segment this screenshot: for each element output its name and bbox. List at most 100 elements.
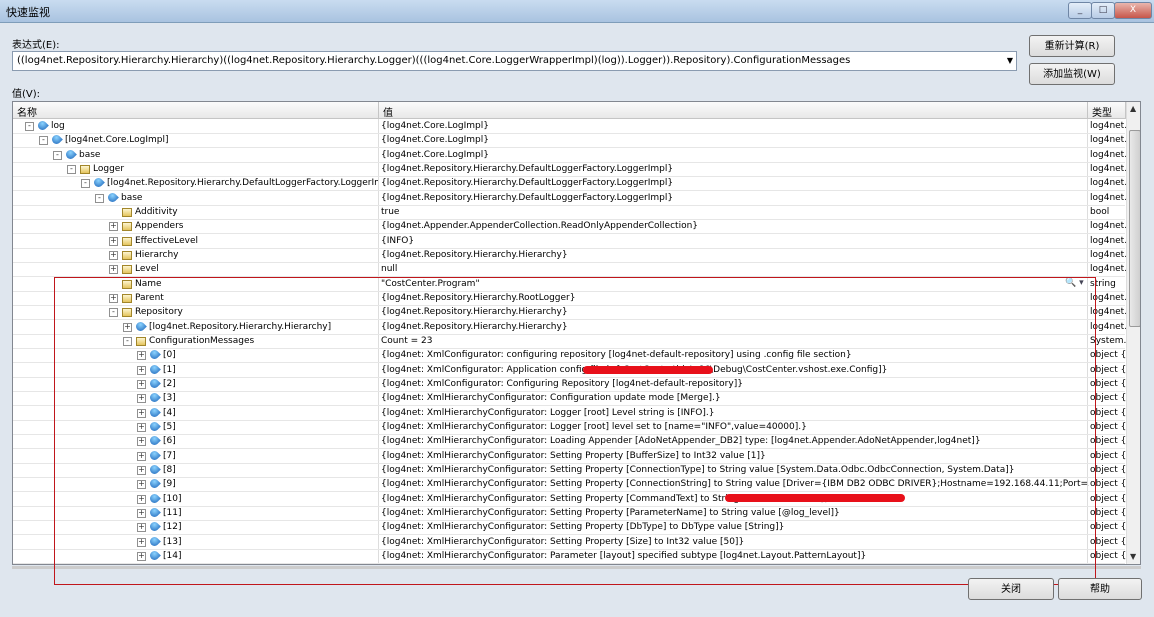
value-cell[interactable]: {log4net.Repository.Hierarchy.Hierarchy} — [379, 321, 1089, 334]
help-button[interactable]: 帮助 — [1058, 578, 1142, 600]
dropdown-arrow-icon[interactable]: ▼ — [1007, 56, 1013, 65]
value-cell[interactable]: {log4net: XmlConfigurator: Configuring R… — [379, 378, 1089, 391]
tree-row[interactable]: + [8] {log4net: XmlHierarchyConfigurator: … — [13, 463, 1127, 478]
tree-row[interactable]: + Hierarchy {log4net.Repository.Hierarchy.… — [13, 249, 1127, 263]
expand-icon[interactable]: + — [109, 265, 118, 275]
value-cell[interactable]: {log4net: XmlConfigurator: Application c… — [379, 364, 1089, 377]
tree-row[interactable]: - base {log4net.Repository.Hierarchy.Defau… — [13, 191, 1127, 206]
value-cell[interactable]: null — [379, 263, 1089, 276]
tree-row[interactable]: + [2] {log4net: XmlConfigurator: Configuri… — [13, 377, 1127, 392]
expand-icon[interactable]: + — [137, 494, 146, 504]
tree-row[interactable]: - Repository {log4net.Repository.Hierarchy… — [13, 306, 1127, 321]
add-watch-button[interactable]: 添加监视(W) — [1029, 63, 1115, 85]
expand-icon[interactable]: + — [137, 365, 146, 375]
expand-icon[interactable]: + — [137, 422, 146, 432]
value-cell[interactable]: {log4net: XmlHierarchyConfigurator: Load… — [379, 435, 1089, 448]
tree-row[interactable]: + [12] {log4net: XmlHierarchyConfigurator:… — [13, 521, 1127, 536]
tree-row[interactable]: + [10] {log4net: XmlHierarchyConfigurator:… — [13, 492, 1127, 507]
expand-icon[interactable]: + — [109, 293, 118, 303]
collapse-icon[interactable]: - — [53, 150, 62, 160]
expand-icon[interactable]: + — [137, 551, 146, 561]
tree-row[interactable]: + EffectiveLevel {INFO}log4net.C — [13, 235, 1127, 249]
tree-row[interactable]: - [log4net.Core.LogImpl] {log4net.Core.Log… — [13, 134, 1127, 149]
value-cell[interactable]: {log4net.Core.LogImpl} — [379, 149, 1089, 162]
close-button[interactable]: 关闭 — [968, 578, 1054, 600]
value-cell[interactable]: {log4net.Repository.Hierarchy.DefaultLog… — [379, 192, 1089, 205]
expand-icon[interactable]: + — [109, 250, 118, 260]
value-cell[interactable]: {log4net: XmlHierarchyConfigurator: Sett… — [379, 521, 1089, 534]
value-cell[interactable]: {log4net.Core.LogImpl} — [379, 134, 1089, 147]
expand-icon[interactable]: + — [137, 379, 146, 389]
scroll-down-icon[interactable]: ▼ — [1130, 552, 1136, 561]
scrollbar-thumb[interactable] — [1129, 130, 1140, 327]
tree-row[interactable]: + [0] {log4net: XmlConfigurator: configuri… — [13, 349, 1127, 364]
value-cell[interactable]: {log4net: XmlHierarchyConfigurator: Conf… — [379, 392, 1089, 405]
tree-row[interactable]: - base {log4net.Core.LogImpl}log4net.C — [13, 148, 1127, 163]
tree-row[interactable]: + Appenders {log4net.Appender.AppenderColl… — [13, 220, 1127, 235]
tree-row[interactable]: + [log4net.Repository.Hierarchy.Hierarchy… — [13, 320, 1127, 335]
expand-icon[interactable]: + — [109, 222, 118, 232]
tree-row[interactable]: Name "CostCenter.Program" 🔍 ▾ string — [13, 278, 1125, 292]
column-header-value[interactable]: 值 — [379, 102, 1088, 119]
minimize-button[interactable]: _ — [1068, 2, 1092, 19]
value-cell[interactable]: {log4net: XmlHierarchyConfigurator: Logg… — [379, 421, 1089, 434]
expand-icon[interactable]: + — [123, 322, 132, 332]
expand-icon[interactable]: + — [137, 523, 146, 533]
tree-row[interactable]: + [11] {log4net: XmlHierarchyConfigurator:… — [13, 506, 1127, 521]
value-cell[interactable]: {log4net.Repository.Hierarchy.Hierarchy} — [379, 306, 1089, 319]
expand-icon[interactable]: + — [137, 508, 146, 518]
value-cell[interactable]: {log4net.Appender.AppenderCollection.Rea… — [379, 220, 1089, 233]
tree-row[interactable]: + [6] {log4net: XmlHierarchyConfigurator: … — [13, 435, 1127, 450]
tree-row[interactable]: - ConfigurationMessages Count = 23System.C — [13, 335, 1127, 349]
value-cell[interactable]: {log4net.Repository.Hierarchy.DefaultLog… — [379, 163, 1089, 176]
value-cell[interactable]: "CostCenter.Program" — [379, 278, 1089, 291]
vertical-scrollbar[interactable]: ▲ ▼ — [1126, 102, 1140, 564]
value-cell[interactable]: {log4net.Repository.Hierarchy.RootLogger… — [379, 292, 1089, 305]
maximize-button[interactable]: □ — [1091, 2, 1115, 19]
expand-icon[interactable]: + — [137, 408, 146, 418]
tree-row[interactable]: + [1] {log4net: XmlConfigurator: Applicati… — [13, 363, 1127, 378]
value-cell[interactable]: {INFO} — [379, 235, 1089, 248]
value-cell[interactable]: true — [379, 206, 1089, 219]
tree-row[interactable]: + Parent {log4net.Repository.Hierarchy.Roo… — [13, 292, 1127, 306]
collapse-icon[interactable]: - — [25, 122, 34, 131]
scroll-up-icon[interactable]: ▲ — [1130, 104, 1136, 113]
collapse-icon[interactable]: - — [123, 336, 132, 346]
tree-row[interactable]: + [13] {log4net: XmlHierarchyConfigurator:… — [13, 535, 1127, 550]
tree-row[interactable]: + Level nulllog4net.C — [13, 263, 1127, 278]
text-visualizer-icon[interactable]: 🔍 ▾ — [1065, 278, 1084, 288]
expression-input[interactable]: ((log4net.Repository.Hierarchy.Hierarchy… — [12, 51, 1017, 71]
expand-icon[interactable]: + — [109, 236, 118, 246]
expand-icon[interactable]: + — [137, 537, 146, 547]
tree-row[interactable]: + [7] {log4net: XmlHierarchyConfigurator: … — [13, 449, 1127, 464]
value-cell[interactable]: {log4net: XmlHierarchyConfigurator: Sett… — [379, 478, 1089, 491]
collapse-icon[interactable]: - — [67, 164, 76, 174]
tree-row[interactable]: + [3] {log4net: XmlHierarchyConfigurator: … — [13, 392, 1127, 407]
collapse-icon[interactable]: - — [81, 179, 90, 189]
value-cell[interactable]: {log4net.Repository.Hierarchy.Hierarchy} — [379, 249, 1089, 262]
tree-row[interactable]: + [14] {log4net: XmlHierarchyConfigurator:… — [13, 549, 1127, 564]
close-window-button[interactable]: X — [1114, 2, 1152, 19]
value-cell[interactable]: {log4net: XmlHierarchyConfigurator: Sett… — [379, 464, 1089, 477]
expand-icon[interactable]: + — [137, 480, 146, 490]
tree-row[interactable]: + [5] {log4net: XmlHierarchyConfigurator: … — [13, 420, 1127, 435]
value-cell[interactable]: Count = 23 — [379, 335, 1089, 348]
tree-row[interactable]: - [log4net.Repository.Hierarchy.DefaultLo… — [13, 177, 1127, 192]
tree-row[interactable]: + [4] {log4net: XmlHierarchyConfigurator: … — [13, 406, 1127, 421]
recalculate-button[interactable]: 重新计算(R) — [1029, 35, 1115, 57]
value-cell[interactable]: {log4net: XmlHierarchyConfigurator: Sett… — [379, 536, 1089, 549]
value-cell[interactable]: {log4net: XmlHierarchyConfigurator: Sett… — [379, 507, 1089, 520]
value-cell[interactable]: {log4net: XmlHierarchyConfigurator: Logg… — [379, 407, 1089, 420]
title-bar[interactable]: 快速监视 _ □ X — [0, 0, 1154, 23]
column-header-type[interactable]: 类型 — [1088, 102, 1126, 119]
expand-icon[interactable]: + — [137, 394, 146, 404]
value-cell[interactable]: {log4net: XmlHierarchyConfigurator: Sett… — [379, 450, 1089, 463]
column-header-name[interactable]: 名称 — [13, 102, 379, 119]
expand-icon[interactable]: + — [137, 451, 146, 461]
value-cell[interactable]: {log4net.Core.LogImpl} — [379, 120, 1089, 133]
watch-grid[interactable]: 名称 值 类型 - log {log4net.Core.LogImpl} log4ne… — [12, 101, 1141, 565]
value-cell[interactable]: {log4net: XmlHierarchyConfigurator: Para… — [379, 550, 1089, 563]
tree-row[interactable]: - log {log4net.Core.LogImpl}log4net.Il — [13, 120, 1127, 134]
expand-icon[interactable]: + — [137, 465, 146, 475]
tree-row[interactable]: - Logger {log4net.Repository.Hierarchy.Def… — [13, 163, 1127, 177]
